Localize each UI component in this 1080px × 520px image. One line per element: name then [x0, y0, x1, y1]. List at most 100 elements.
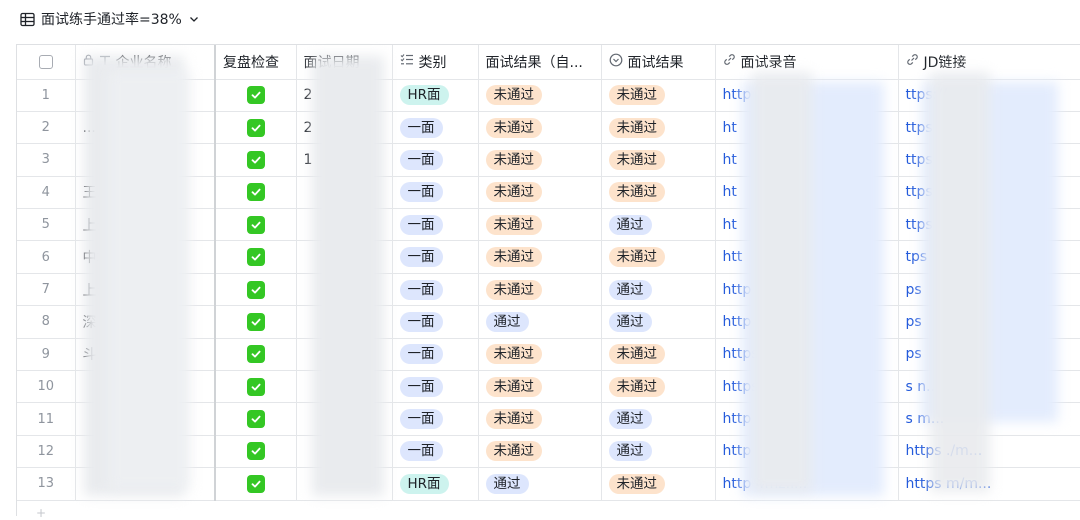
checked-checkbox-icon[interactable]: [246, 86, 265, 105]
recording-link[interactable]: http: [723, 314, 752, 330]
cell-date[interactable]: [296, 370, 393, 404]
cell-category[interactable]: 一面: [392, 402, 479, 436]
cell-date[interactable]: [296, 240, 393, 274]
cell-company[interactable]: [75, 370, 216, 404]
select-all-checkbox[interactable]: [38, 54, 53, 69]
cell-category[interactable]: HR面: [392, 79, 479, 112]
cell-result-auto[interactable]: 未通过: [478, 435, 602, 469]
checked-checkbox-icon[interactable]: [246, 312, 265, 331]
jd-link[interactable]: https m/m...: [906, 476, 992, 492]
recording-link[interactable]: https: [723, 346, 759, 362]
cell-result-auto[interactable]: 未通过: [478, 111, 602, 145]
cell-company[interactable]: [75, 467, 216, 501]
recording-link[interactable]: ht: [723, 217, 737, 233]
row-index[interactable]: 2: [17, 111, 76, 145]
jd-link[interactable]: ttps: [906, 120, 933, 136]
checked-checkbox-icon[interactable]: [246, 150, 265, 169]
jd-link[interactable]: ttps: [906, 184, 933, 200]
checked-checkbox-icon[interactable]: [246, 215, 265, 234]
cell-category[interactable]: 一面: [392, 111, 479, 145]
cell-recording[interactable]: htt: [715, 240, 899, 274]
column-header-result-auto[interactable]: 面试结果（自...: [478, 45, 602, 80]
checked-checkbox-icon[interactable]: [246, 248, 265, 267]
table-row[interactable]: 5 上海 艮... 一面 未通过 通过 ht ttps: [17, 208, 1080, 242]
cell-jd[interactable]: ttps: [898, 143, 1080, 177]
cell-recording[interactable]: http: [715, 79, 899, 112]
cell-recording[interactable]: ht: [715, 111, 899, 145]
cell-jd[interactable]: ttps: [898, 111, 1080, 145]
recording-link[interactable]: ht: [723, 120, 737, 136]
cell-date[interactable]: [296, 402, 393, 436]
cell-result-auto[interactable]: 未通过: [478, 176, 602, 210]
cell-result[interactable]: 未通过: [601, 111, 716, 145]
cell-result[interactable]: 通过: [601, 402, 716, 436]
select-all-header[interactable]: [17, 45, 76, 80]
checked-checkbox-icon[interactable]: [246, 280, 265, 299]
cell-jd[interactable]: ttps: [898, 176, 1080, 210]
table-row[interactable]: 3 1 一面 未通过 未通过 ht ttps: [17, 143, 1080, 177]
cell-result[interactable]: 通过: [601, 435, 716, 469]
cell-company[interactable]: 深 ...: [75, 305, 216, 339]
cell-category[interactable]: 一面: [392, 176, 479, 210]
cell-recording[interactable]: https: [715, 370, 899, 404]
recording-link[interactable]: htt: [723, 249, 743, 265]
row-index[interactable]: 13: [17, 467, 76, 501]
cell-review[interactable]: [215, 402, 297, 436]
column-header-recording[interactable]: 面试录音: [715, 45, 899, 80]
cell-jd[interactable]: ps: [898, 273, 1080, 307]
table-row[interactable]: 6 中君 一面 未通过 未通过 htt tps: [17, 240, 1080, 274]
cell-review[interactable]: [215, 143, 297, 177]
cell-category[interactable]: 一面: [392, 435, 479, 469]
cell-result[interactable]: 未通过: [601, 240, 716, 274]
cell-category[interactable]: 一面: [392, 338, 479, 372]
jd-link[interactable]: ps: [906, 314, 922, 330]
cell-category[interactable]: HR面: [392, 467, 479, 501]
cell-recording[interactable]: https: [715, 338, 899, 372]
recording-link[interactable]: http: [723, 87, 752, 103]
jd-link[interactable]: ps: [906, 346, 922, 362]
cell-result-auto[interactable]: 未通过: [478, 273, 602, 307]
cell-result[interactable]: 未通过: [601, 370, 716, 404]
cell-result[interactable]: 通过: [601, 273, 716, 307]
cell-result-auto[interactable]: 通过: [478, 467, 602, 501]
cell-result-auto[interactable]: 未通过: [478, 208, 602, 242]
cell-jd[interactable]: s n...: [898, 370, 1080, 404]
recording-link[interactable]: http: [723, 411, 752, 427]
cell-review[interactable]: [215, 208, 297, 242]
cell-recording[interactable]: http: [715, 305, 899, 339]
checked-checkbox-icon[interactable]: [246, 183, 265, 202]
jd-link[interactable]: ttps: [906, 152, 933, 168]
cell-result[interactable]: 未通过: [601, 467, 716, 501]
column-header-result[interactable]: 面试结果: [601, 45, 716, 80]
jd-link[interactable]: tps: [906, 249, 928, 265]
cell-date[interactable]: [296, 338, 393, 372]
table-row[interactable]: 2... 2 一面 未通过 未通过 ht ttps: [17, 111, 1080, 145]
cell-result-auto[interactable]: 未通过: [478, 338, 602, 372]
row-index[interactable]: 7: [17, 273, 76, 307]
row-index[interactable]: 10: [17, 370, 76, 404]
cell-jd[interactable]: ps: [898, 305, 1080, 339]
cell-recording[interactable]: http: [715, 273, 899, 307]
table-row[interactable]: 4 王... 一面 未通过 未通过 ht ttps: [17, 176, 1080, 210]
cell-review[interactable]: [215, 467, 297, 501]
cell-recording[interactable]: http 4mz.r...: [715, 435, 899, 469]
cell-jd[interactable]: https m/m...: [898, 467, 1080, 501]
jd-link[interactable]: ps: [906, 282, 922, 298]
cell-company[interactable]: 上海 ...: [75, 273, 216, 307]
cell-jd[interactable]: s m...: [898, 402, 1080, 436]
cell-review[interactable]: [215, 435, 297, 469]
column-header-date[interactable]: 面试日期: [296, 45, 393, 80]
cell-result[interactable]: 未通过: [601, 79, 716, 112]
checked-checkbox-icon[interactable]: [246, 442, 265, 461]
jd-link[interactable]: ttps://: [906, 87, 947, 103]
column-header-company[interactable]: 企业名称: [75, 45, 216, 80]
cell-result-auto[interactable]: 未通过: [478, 143, 602, 177]
cell-review[interactable]: [215, 305, 297, 339]
checked-checkbox-icon[interactable]: [246, 474, 265, 493]
row-index[interactable]: 5: [17, 208, 76, 242]
row-index[interactable]: 11: [17, 402, 76, 436]
table-row[interactable]: 13 HR面 通过 未通过 http 4mz.f... https m/m...: [17, 467, 1080, 501]
row-index[interactable]: 12: [17, 435, 76, 469]
jd-link[interactable]: ttps: [906, 217, 933, 233]
recording-link[interactable]: ht: [723, 184, 737, 200]
